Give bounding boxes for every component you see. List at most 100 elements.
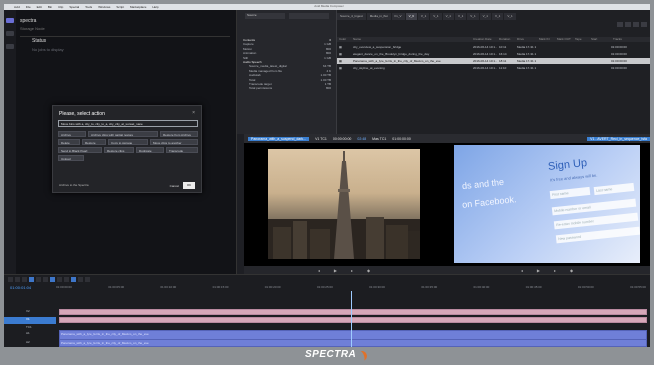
timeline-clip-a2[interactable]: Panorama_with_a_lyre_ferris_in_the_city_… <box>59 339 647 347</box>
lift-icon[interactable]: ◆ <box>570 268 573 273</box>
tab-bin[interactable]: Source_4_Ingest <box>337 13 366 20</box>
menu-tools[interactable]: Tools <box>85 5 92 9</box>
menu-marketplace[interactable]: Marketplace <box>130 5 146 9</box>
menu-edit[interactable]: Edit <box>37 5 42 9</box>
mark-out-icon[interactable]: ▸ <box>554 268 556 273</box>
menu-avid[interactable]: Avid <box>14 5 20 9</box>
timeline-clip-v1[interactable] <box>59 317 647 323</box>
tool-icon[interactable] <box>57 277 62 282</box>
action-tag[interactable]: Upload <box>58 155 84 161</box>
tool-icon[interactable] <box>22 277 27 282</box>
tab-bin[interactable]: V_1 <box>454 13 467 20</box>
play-icon[interactable]: ▶ <box>537 268 540 273</box>
source-clip-menu[interactable]: Panorama_with_a_suspend_dark... <box>248 136 310 141</box>
playhead[interactable] <box>351 291 352 347</box>
action-tag[interactable]: Send to Black Pearl <box>58 147 102 153</box>
tab-bin[interactable]: V_1 <box>479 13 491 20</box>
tool-icon[interactable] <box>15 277 20 282</box>
tool-icon[interactable] <box>29 277 34 282</box>
menu-bin[interactable]: Bin <box>48 5 52 9</box>
timeline-clip-v2[interactable] <box>59 309 647 315</box>
frame-view-icon[interactable] <box>625 22 631 27</box>
tab-bin[interactable]: V_1 <box>417 13 430 20</box>
action-tag[interactable]: Delete <box>58 139 80 145</box>
mark-in-icon[interactable]: ◂ <box>318 268 320 273</box>
ok-button[interactable]: OK <box>183 182 195 189</box>
tab-bin[interactable]: V_1 <box>491 13 504 20</box>
tool-icon[interactable] <box>85 277 90 282</box>
panel-rail <box>4 10 16 274</box>
signup-password: New password <box>555 226 640 244</box>
action-tag[interactable]: Archive <box>58 131 86 137</box>
tool-icon[interactable] <box>78 277 83 282</box>
tab-bin[interactable]: V_1 <box>430 13 442 20</box>
bin-filter-select[interactable] <box>289 13 329 19</box>
panel-header: spectra Storage Node <box>20 18 230 31</box>
tab-bin[interactable]: Media_in_flat <box>366 13 391 20</box>
tool-icon[interactable] <box>43 277 48 282</box>
tab-bin[interactable]: V_1 <box>504 13 516 20</box>
status-icon[interactable] <box>6 18 14 23</box>
menu-windows[interactable]: Windows <box>98 5 110 9</box>
table-row[interactable]: ▦ city_skyline_at_evening 2016-06-14 10:… <box>337 65 650 71</box>
mark-in-icon[interactable]: ◂ <box>521 268 523 273</box>
select-action-dialog: Please, select action × Move bins with a… <box>52 105 202 193</box>
action-tag[interactable]: Transcode <box>166 147 198 153</box>
tool-icon[interactable] <box>36 277 41 282</box>
source-transport: ◂ ▶ ▸ ◆ <box>244 266 444 274</box>
tool-icon[interactable] <box>50 277 55 282</box>
record-sequence-menu[interactable]: V1 - AVERT_Recl_in_sequence_tsfa <box>587 136 650 141</box>
mark-out-icon[interactable]: ▸ <box>351 268 353 273</box>
splice-icon[interactable]: ◆ <box>367 268 370 273</box>
action-tag[interactable]: Duplicate <box>136 147 164 153</box>
tool-icon[interactable] <box>64 277 69 282</box>
track-header-a1[interactable]: A1 <box>4 331 56 338</box>
menu-script[interactable]: Script <box>116 5 124 9</box>
table-row[interactable]: ▦ elegant_dance_on_the_Brooklyn_bridge_d… <box>337 51 650 57</box>
record-monitor-bar: V1 - AVERT_Recl_in_sequence_tsfa <box>444 134 650 143</box>
tab-bin[interactable]: V_1 <box>467 13 479 20</box>
list-item[interactable]: Total permissions 800 <box>243 86 335 90</box>
settings-icon[interactable] <box>6 44 14 49</box>
action-tag[interactable]: Restore <box>82 139 106 145</box>
track-header-v2[interactable]: V2 <box>4 309 56 316</box>
menu-special[interactable]: Special <box>69 5 79 9</box>
tab-bin[interactable]: V_1 <box>442 13 454 20</box>
record-monitor[interactable]: Sign Up It's free and always will be. ds… <box>444 143 650 266</box>
source-monitor[interactable] <box>244 143 444 266</box>
panel-search-field[interactable] <box>20 31 230 37</box>
menu-clip[interactable]: Clip <box>58 5 63 9</box>
menu-file[interactable]: File <box>26 5 31 9</box>
tab-bin[interactable]: V_6 <box>405 13 417 20</box>
cancel-button[interactable]: Cancel <box>170 184 179 188</box>
tool-icon[interactable] <box>71 277 76 282</box>
panel-title: spectra <box>20 18 37 24</box>
action-input[interactable]: Move bins with a, city_to, city_to_a, ci… <box>58 120 198 127</box>
script-view-icon[interactable] <box>633 22 639 27</box>
tool-icon[interactable] <box>8 277 13 282</box>
signup-last-name: Last name <box>593 182 635 196</box>
action-tag[interactable]: Archive clips with partial restore <box>88 131 158 137</box>
track-header-v1[interactable]: V1 <box>4 317 56 324</box>
bin-panel: Source Contents 0 Capture 1 GB Motion 800 A… <box>237 10 337 134</box>
table-header: Color Name Creation Date Duration Drive … <box>337 37 650 42</box>
menu-help[interactable]: Help <box>152 5 158 9</box>
close-icon[interactable]: × <box>192 110 195 116</box>
jobs-icon[interactable] <box>6 31 14 36</box>
action-tag[interactable]: Copy to storage <box>108 139 148 145</box>
table-row[interactable]: ▦ city_overview_a_suspension_bridge 2016… <box>337 44 650 50</box>
bin-source-select[interactable]: Source <box>245 13 285 19</box>
list-view-icon[interactable] <box>617 22 623 27</box>
tab-bin[interactable]: Fx_V <box>391 13 405 20</box>
action-tag[interactable]: Move clips to another <box>150 139 198 145</box>
bin-toolbar <box>557 22 647 27</box>
signup-reenter: Re-enter mobile number <box>553 212 639 230</box>
source-mas-timecode: 01:00:00:00 <box>392 136 411 141</box>
action-tag[interactable]: Restore clips <box>104 147 134 153</box>
table-row[interactable]: ▦ Panorama_with_a_lyre_ferris_in_the_cit… <box>337 58 650 64</box>
timeline-panel: 01:00:01:04 01:00:00:00 01:00:05:00 01:00:… <box>4 274 650 347</box>
action-tag[interactable]: Restore from Archive <box>160 131 198 137</box>
play-icon[interactable]: ▶ <box>334 268 337 273</box>
track-header-a2[interactable]: A2 <box>4 340 56 347</box>
bin-menu-icon[interactable] <box>641 22 647 27</box>
